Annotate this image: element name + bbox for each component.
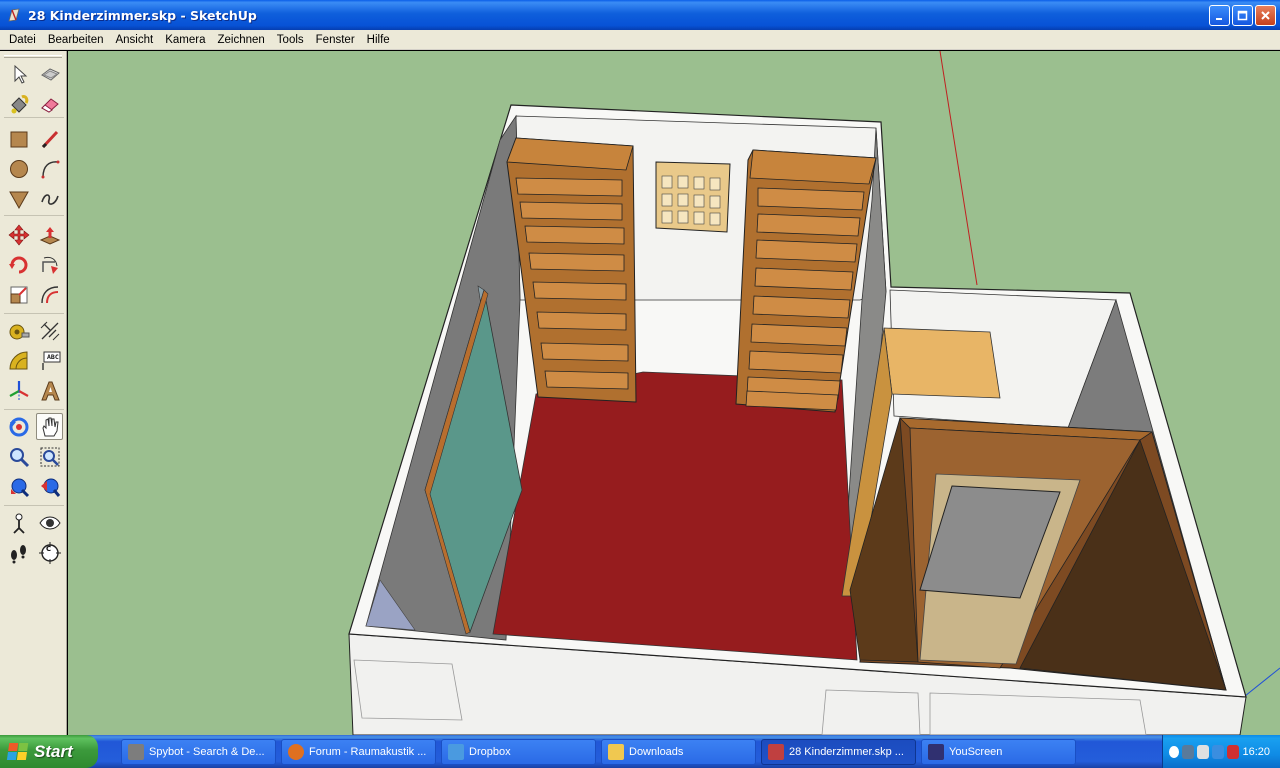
wireless-icon[interactable]	[1197, 744, 1210, 759]
scale-icon[interactable]	[5, 281, 32, 308]
eraser-icon[interactable]	[36, 90, 63, 117]
start-label: Start	[34, 741, 73, 761]
spybot-icon	[128, 744, 144, 760]
push-pull-icon[interactable]	[36, 221, 63, 248]
start-button[interactable]: Start	[0, 735, 98, 768]
dropbox-folder-icon	[448, 744, 464, 760]
maximize-button[interactable]	[1232, 5, 1253, 26]
minimize-button[interactable]	[1209, 5, 1230, 26]
menu-bearbeiten[interactable]: Bearbeiten	[42, 34, 110, 46]
windows-taskbar: Start Spybot - Search & De... Forum - Ra…	[0, 735, 1280, 768]
pencil-icon[interactable]	[36, 125, 63, 152]
tray-expand-icon[interactable]	[1169, 745, 1180, 758]
text-icon[interactable]: ABC	[36, 347, 63, 374]
menu-zeichnen[interactable]: Zeichnen	[211, 34, 270, 46]
task-label: Downloads	[629, 746, 684, 758]
dropbox-tray-icon[interactable]	[1212, 744, 1225, 759]
task-label: YouScreen	[949, 746, 1003, 758]
axes-icon[interactable]	[5, 377, 32, 404]
offset-icon[interactable]	[36, 281, 63, 308]
freehand-icon[interactable]	[36, 185, 63, 212]
task-label: Spybot - Search & De...	[149, 746, 265, 758]
network-icon[interactable]	[1182, 744, 1195, 759]
title-bar: 28 Kinderzimmer.skp - SketchUp	[0, 0, 1280, 30]
tool-palette: ABC C	[0, 51, 67, 735]
close-icon	[1261, 11, 1270, 20]
dimension-icon[interactable]	[36, 317, 63, 344]
zoom-extents-icon[interactable]	[5, 473, 32, 500]
move-icon[interactable]	[5, 221, 32, 248]
arc-icon[interactable]	[36, 155, 63, 182]
red-carpet-floor	[492, 371, 858, 661]
youscreen-icon	[928, 744, 944, 760]
task-forum[interactable]: Forum - Raumakustik ...	[281, 739, 436, 765]
section-plane-icon[interactable]: C	[36, 539, 63, 566]
task-label: Dropbox	[469, 746, 511, 758]
menu-kamera[interactable]: Kamera	[159, 34, 211, 46]
3d-model-scene	[348, 51, 1280, 735]
system-tray: 16:20	[1162, 735, 1280, 768]
protractor-icon[interactable]	[5, 347, 32, 374]
tape-measure-icon[interactable]	[5, 317, 32, 344]
firefox-icon	[288, 744, 304, 760]
sketchup-app-icon[interactable]	[6, 7, 22, 23]
close-button[interactable]	[1255, 5, 1276, 26]
rectangle-icon[interactable]	[5, 125, 32, 152]
polygon-icon[interactable]	[5, 185, 32, 212]
position-camera-icon[interactable]	[5, 509, 32, 536]
3d-text-icon[interactable]	[36, 377, 63, 404]
task-sketchup[interactable]: 28 Kinderzimmer.skp ...	[761, 739, 916, 765]
menu-datei[interactable]: Datei	[3, 34, 42, 46]
task-label: 28 Kinderzimmer.skp ...	[789, 746, 904, 758]
zoom-window-icon[interactable]	[36, 443, 63, 470]
pan-icon[interactable]	[36, 413, 63, 440]
task-youscreen[interactable]: YouScreen	[921, 739, 1076, 765]
menu-bar: Datei Bearbeiten Ansicht Kamera Zeichnen…	[0, 30, 1280, 50]
zoom-icon[interactable]	[5, 443, 32, 470]
menu-ansicht[interactable]: Ansicht	[109, 34, 159, 46]
menu-tools[interactable]: Tools	[271, 34, 310, 46]
circle-icon[interactable]	[5, 155, 32, 182]
task-spybot[interactable]: Spybot - Search & De...	[121, 739, 276, 765]
follow-me-icon[interactable]	[36, 251, 63, 278]
minimize-icon	[1216, 18, 1222, 20]
text-icon-label: ABC	[47, 353, 59, 361]
clock[interactable]: 16:20	[1242, 746, 1270, 758]
windows-logo-icon	[6, 742, 30, 761]
antivirus-icon[interactable]	[1227, 744, 1240, 759]
folder-icon	[608, 744, 624, 760]
look-around-icon[interactable]	[36, 509, 63, 536]
red-axis-line	[939, 51, 978, 286]
window-title: 28 Kinderzimmer.skp - SketchUp	[28, 7, 257, 23]
menu-fenster[interactable]: Fenster	[310, 34, 361, 46]
previous-view-icon[interactable]	[36, 473, 63, 500]
task-dropbox[interactable]: Dropbox	[441, 739, 596, 765]
toolbar-grip[interactable]	[4, 55, 62, 58]
task-downloads[interactable]: Downloads	[601, 739, 756, 765]
rotate-icon[interactable]	[5, 251, 32, 278]
select-icon[interactable]	[5, 60, 32, 87]
component-icon[interactable]	[36, 60, 63, 87]
cork-panel	[883, 327, 1001, 399]
menu-hilfe[interactable]: Hilfe	[361, 34, 396, 46]
walk-icon[interactable]	[5, 539, 32, 566]
section-plane-label: C	[46, 545, 52, 553]
orbit-icon[interactable]	[5, 413, 32, 440]
sketchup-icon	[768, 744, 784, 760]
drawing-viewport[interactable]	[68, 51, 1280, 735]
paint-bucket-icon[interactable]	[5, 90, 32, 117]
maximize-icon	[1237, 10, 1248, 21]
task-label: Forum - Raumakustik ...	[309, 746, 427, 758]
